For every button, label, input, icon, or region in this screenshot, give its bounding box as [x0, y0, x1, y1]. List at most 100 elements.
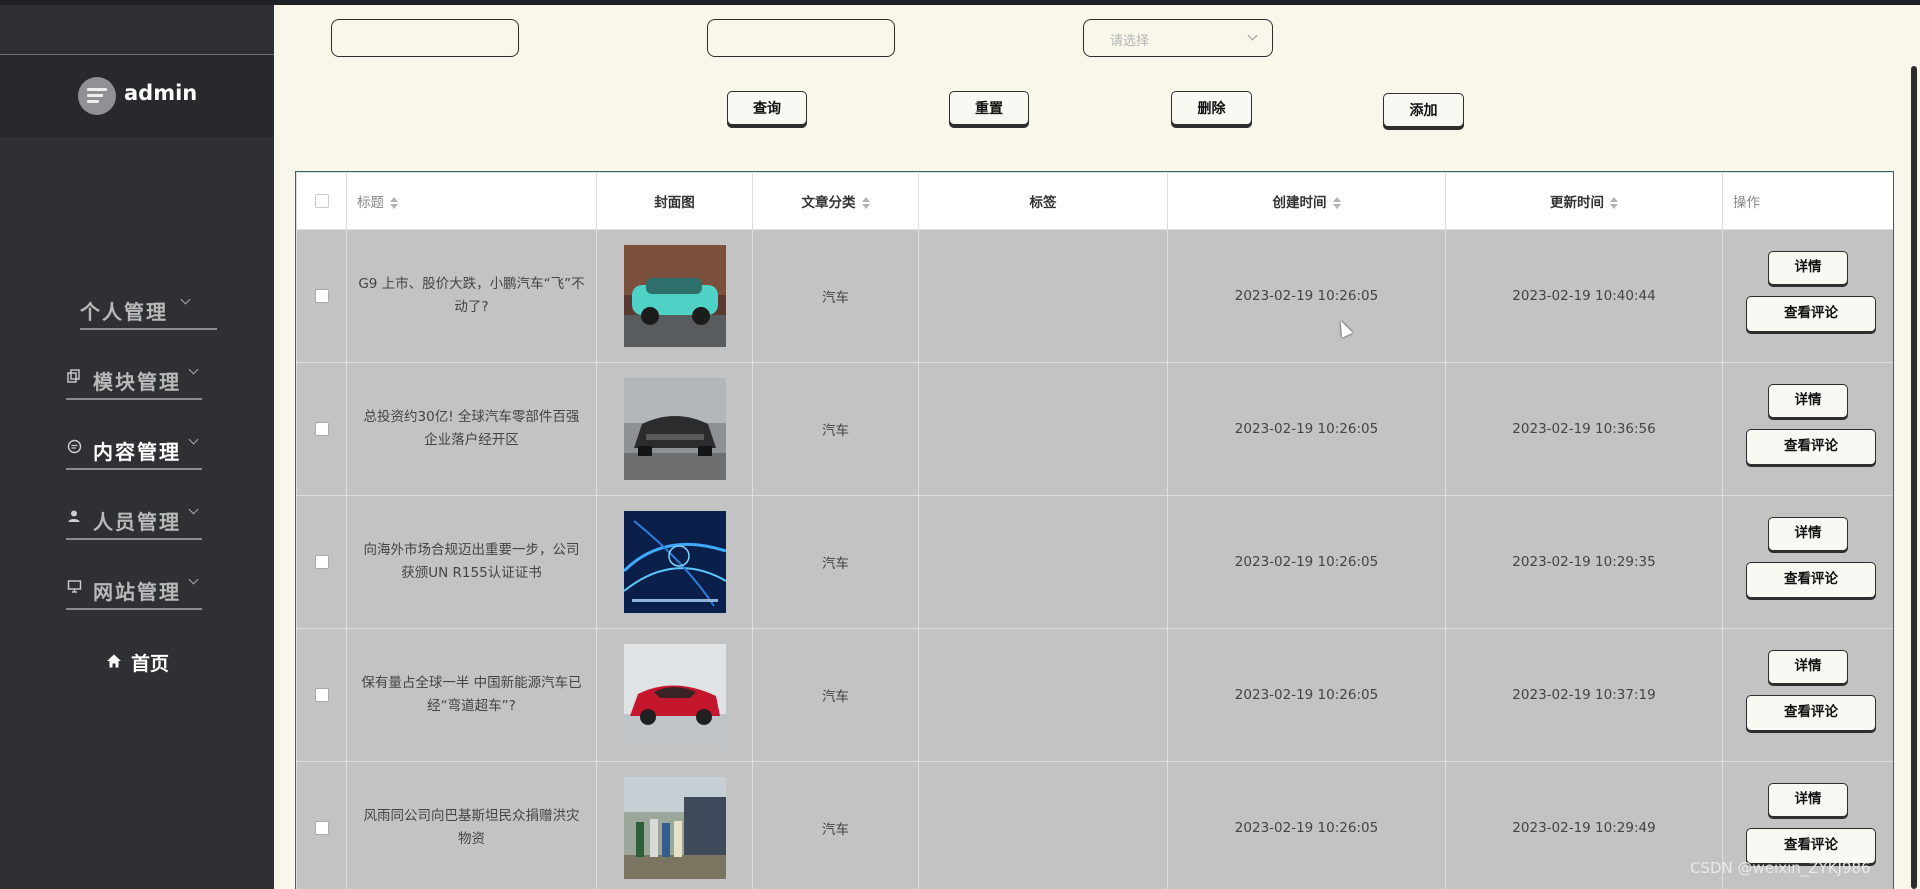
sidebar-item-label: 个人管理: [80, 300, 168, 324]
category-select[interactable]: 请选择: [1083, 19, 1273, 57]
col-updated-label: 更新时间: [1550, 195, 1604, 211]
row-checkbox[interactable]: [314, 422, 329, 436]
row-checkbox[interactable]: [314, 555, 329, 569]
category-cell: 汽车: [752, 761, 919, 889]
cover-image: [623, 777, 726, 879]
col-title[interactable]: 标题: [346, 172, 597, 230]
detail-button[interactable]: 详情: [1768, 517, 1848, 551]
row-title: 保有量占全球一半 中国新能源汽车已经“弯道超车”?: [361, 675, 582, 714]
cover-image: [623, 378, 726, 480]
menu-underline: [80, 328, 217, 330]
category-cell: 汽车: [752, 628, 919, 762]
col-updated[interactable]: 更新时间: [1445, 172, 1723, 230]
chevron-down-icon: [1247, 30, 1258, 41]
sort-icon[interactable]: [390, 197, 398, 209]
chevron-down-icon: [188, 434, 199, 445]
chevron-down-icon: [180, 294, 191, 305]
sidebar-item-home[interactable]: 首页: [0, 645, 274, 677]
article-table: 标题 封面图 文章分类 标签 创建时间 更新时间 操作 G9 上市、股价大跌，小…: [295, 171, 1894, 889]
sidebar-item-people[interactable]: 人员管理: [0, 498, 274, 540]
title-cell: 风雨同公司向巴基斯坦民众捐赠洪灾物资: [346, 761, 597, 889]
cover-cell: [596, 495, 753, 629]
add-button[interactable]: 添加: [1383, 93, 1464, 127]
chat-icon: [66, 439, 82, 455]
select-all-cell: [296, 172, 347, 230]
cover-cell: [596, 362, 753, 496]
detail-button[interactable]: 详情: [1768, 650, 1848, 684]
username: admin: [124, 81, 198, 105]
sort-icon[interactable]: [861, 197, 870, 209]
detail-button[interactable]: 详情: [1768, 384, 1848, 418]
reset-button[interactable]: 重置: [949, 91, 1029, 125]
row-category: 汽车: [822, 822, 849, 838]
view-comments-button[interactable]: 查看评论: [1746, 562, 1876, 598]
menu-underline: [66, 468, 202, 470]
row-title: 总投资约30亿! 全球汽车零部件百强企业落户经开区: [363, 409, 580, 448]
category-cell: 汽车: [752, 229, 919, 363]
user-panel: admin: [0, 55, 274, 137]
row-title: 风雨同公司向巴基斯坦民众捐赠洪灾物资: [363, 808, 580, 847]
sidebar-item-website[interactable]: 网站管理: [0, 568, 274, 610]
sidebar-item-personal[interactable]: 个人管理: [0, 288, 274, 330]
cover-cell: [596, 229, 753, 363]
row-updated: 2023-02-19 10:40:44: [1512, 288, 1656, 304]
table-row: G9 上市、股价大跌，小鹏汽车“飞”不动了? 汽车 2023-02-19 10:…: [296, 229, 1893, 363]
sidebar-item-label: 内容管理: [93, 440, 181, 464]
row-checkbox[interactable]: [314, 688, 329, 702]
page-scrollbar[interactable]: [1911, 66, 1917, 889]
tags-cell: [918, 761, 1168, 889]
tags-cell: [918, 362, 1168, 496]
row-category: 汽车: [822, 689, 849, 705]
view-comments-button[interactable]: 查看评论: [1746, 296, 1876, 332]
row-created: 2023-02-19 10:26:05: [1234, 687, 1379, 703]
col-created[interactable]: 创建时间: [1167, 172, 1446, 230]
table-header-row: 标题 封面图 文章分类 标签 创建时间 更新时间 操作: [296, 172, 1893, 230]
updated-cell: 2023-02-19 10:40:44: [1445, 229, 1723, 363]
sidebar-item-content[interactable]: 内容管理: [0, 428, 274, 470]
table-row: 总投资约30亿! 全球汽车零部件百强企业落户经开区 汽车 2023-02-19 …: [296, 362, 1893, 496]
row-updated: 2023-02-19 10:29:35: [1512, 554, 1656, 570]
menu-underline: [66, 398, 202, 400]
sort-icon[interactable]: [1332, 197, 1341, 209]
row-category: 汽车: [822, 556, 849, 572]
detail-button[interactable]: 详情: [1768, 251, 1848, 285]
col-tags: 标签: [918, 172, 1168, 230]
title-search-input[interactable]: [331, 19, 519, 57]
col-category-label: 文章分类: [801, 195, 856, 211]
row-checkbox[interactable]: [314, 821, 329, 835]
sidebar-item-modules[interactable]: 模块管理: [0, 358, 274, 400]
col-created-label: 创建时间: [1272, 195, 1327, 211]
sidebar-item-label: 首页: [131, 653, 170, 675]
created-cell: 2023-02-19 10:26:05: [1167, 761, 1446, 889]
view-comments-button[interactable]: 查看评论: [1746, 695, 1876, 731]
row-checkbox[interactable]: [314, 289, 329, 303]
actions-cell: 详情 查看评论: [1722, 628, 1893, 762]
select-placeholder: 请选择: [1110, 34, 1150, 49]
title-cell: 总投资约30亿! 全球汽车零部件百强企业落户经开区: [346, 362, 597, 496]
keyword-search-input[interactable]: [707, 19, 895, 57]
delete-button[interactable]: 删除: [1171, 91, 1252, 125]
row-select-cell: [296, 628, 347, 762]
chevron-down-icon: [188, 504, 199, 515]
title-cell: G9 上市、股价大跌，小鹏汽车“飞”不动了?: [346, 229, 597, 363]
view-comments-button[interactable]: 查看评论: [1746, 429, 1876, 465]
col-category[interactable]: 文章分类: [752, 172, 919, 230]
row-created: 2023-02-19 10:26:05: [1234, 288, 1379, 304]
monitor-icon: [66, 579, 82, 595]
sidebar-item-label: 网站管理: [93, 580, 181, 604]
query-button[interactable]: 查询: [727, 91, 807, 125]
sort-icon[interactable]: [1610, 197, 1618, 209]
table-row: 风雨同公司向巴基斯坦民众捐赠洪灾物资 汽车 2023-02-19 10:26:0…: [296, 761, 1893, 889]
home-icon: [106, 653, 122, 669]
row-title: G9 上市、股价大跌，小鹏汽车“飞”不动了?: [358, 276, 585, 315]
select-all-checkbox[interactable]: [314, 194, 329, 208]
cover-cell: [596, 761, 753, 889]
detail-button[interactable]: 详情: [1768, 783, 1848, 817]
menu-underline: [66, 538, 202, 540]
updated-cell: 2023-02-19 10:29:35: [1445, 495, 1723, 629]
actions-cell: 详情 查看评论: [1722, 362, 1893, 496]
avatar[interactable]: [78, 77, 116, 115]
col-tags-label: 标签: [1029, 195, 1057, 211]
chevron-down-icon: [188, 574, 199, 585]
table-row: 向海外市场合规迈出重要一步，公司获颁UN R155认证证书 汽车 2023-02…: [296, 495, 1893, 629]
